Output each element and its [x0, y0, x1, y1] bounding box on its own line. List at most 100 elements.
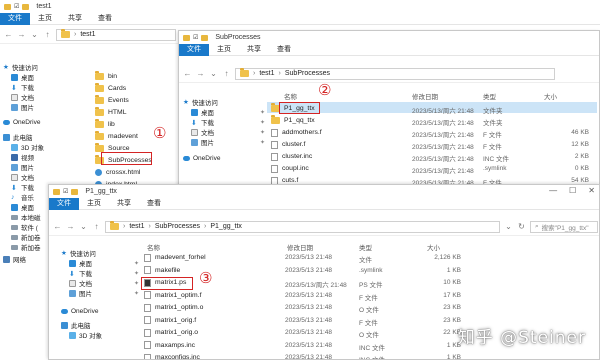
list-item[interactable]: crossx.html [95, 167, 140, 178]
forward-arrow-icon[interactable]: → [17, 30, 26, 39]
list-item[interactable]: Events [95, 95, 129, 106]
sidebar-item-onedrive[interactable]: OneDrive [3, 117, 91, 127]
sidebar-item-videos[interactable]: 视频 [3, 152, 91, 162]
column-header-date[interactable]: 修改日期 [412, 91, 438, 101]
sidebar-item-3d-objects[interactable]: 3D 对象 [61, 330, 139, 340]
tab-share[interactable]: 共享 [109, 198, 139, 210]
minimize-icon[interactable]: — [549, 186, 557, 195]
pin-icon[interactable]: ✦ [134, 280, 139, 287]
tab-file[interactable]: 文件 [0, 12, 30, 25]
list-item[interactable]: HTML [95, 107, 127, 118]
checkbox-icon[interactable]: ☑ [193, 34, 198, 41]
sidebar-item-pictures[interactable]: 图片 [3, 102, 91, 112]
checkbox-icon[interactable]: ☑ [63, 188, 68, 195]
search-input[interactable]: ⌕ 搜索"P1_gg_ttx" [530, 220, 598, 233]
refresh-icon[interactable]: ↻ [517, 222, 526, 231]
back-arrow-icon[interactable]: ← [183, 69, 192, 78]
chevron-down-icon[interactable]: ⌄ [79, 222, 88, 231]
sidebar-item-documents[interactable]: 文档 ✦ [183, 127, 265, 137]
sidebar-item-pictures-pc[interactable]: 图片 [3, 162, 91, 172]
address-box[interactable]: › test1 › SubProcesses [235, 67, 555, 80]
up-arrow-icon[interactable]: ↑ [92, 222, 101, 231]
pin-icon[interactable]: ✦ [260, 109, 265, 116]
sidebar-item-desktop[interactable]: 桌面 [3, 72, 91, 82]
sidebar-item-quick-access[interactable]: ★ 快速访问 [183, 97, 265, 107]
sidebar-item-pictures[interactable]: 图片 ✦ [183, 137, 265, 147]
sidebar-item-documents[interactable]: 文档 [3, 92, 91, 102]
breadcrumb-subprocesses[interactable]: SubProcesses [285, 70, 330, 77]
table-row[interactable]: maxconfigs.inc [144, 352, 200, 359]
sidebar-item-documents[interactable]: 文档 ✦ [61, 278, 139, 288]
chevron-down-icon[interactable]: ⌄ [504, 222, 513, 231]
sidebar-item-quick-access[interactable]: ★ 快速访问 [3, 62, 91, 72]
tab-view[interactable]: 查看 [139, 198, 169, 210]
address-box[interactable]: › test1 [56, 28, 176, 41]
pin-icon[interactable]: ✦ [260, 119, 265, 126]
pin-icon[interactable]: ✦ [260, 139, 265, 146]
tab-home[interactable]: 主页 [30, 13, 60, 25]
up-arrow-icon[interactable]: ↑ [222, 69, 231, 78]
up-arrow-icon[interactable]: ↑ [43, 30, 52, 39]
sidebar-item-3d-objects[interactable]: 3D 对象 [3, 142, 91, 152]
sidebar-item-downloads[interactable]: ⬇ 下载 ✦ [61, 268, 139, 279]
column-header-date[interactable]: 修改日期 [287, 242, 313, 252]
table-row[interactable]: madevent_forhel [144, 252, 206, 263]
column-header-type[interactable]: 类型 [483, 91, 496, 101]
back-arrow-icon[interactable]: ← [53, 222, 62, 231]
table-row[interactable]: P1_qq_ttx [271, 115, 315, 126]
forward-arrow-icon[interactable]: → [196, 69, 205, 78]
pin-icon[interactable]: ✦ [134, 270, 139, 277]
breadcrumb-test1[interactable]: test1 [129, 223, 144, 230]
column-header-size[interactable]: 大小 [427, 242, 440, 252]
table-row[interactable]: cluster.inc [271, 151, 312, 162]
checkbox-icon[interactable]: ☑ [14, 3, 19, 10]
table-row[interactable]: matrix1_orig.o [144, 327, 198, 338]
list-item[interactable]: madevent [95, 131, 138, 142]
maximize-icon[interactable]: ☐ [569, 186, 576, 195]
column-header-name[interactable]: 名称 [284, 91, 297, 101]
tab-share[interactable]: 共享 [239, 44, 269, 56]
sidebar-item-this-pc[interactable]: 此电脑 [3, 132, 91, 142]
list-item[interactable]: Cards [95, 83, 126, 94]
tab-file[interactable]: 文件 [49, 197, 79, 210]
table-row[interactable]: coupl.inc [271, 163, 309, 174]
close-icon[interactable]: ✕ [588, 186, 595, 195]
tab-view[interactable]: 查看 [90, 13, 120, 25]
table-row[interactable]: matrix1_optim.f [144, 290, 201, 301]
pin-icon[interactable]: ✦ [134, 290, 139, 297]
sidebar-item-onedrive[interactable]: OneDrive [183, 153, 265, 163]
tab-home[interactable]: 主页 [79, 198, 109, 210]
sidebar-item-downloads[interactable]: ⬇ 下载 [3, 82, 91, 93]
tab-file[interactable]: 文件 [179, 43, 209, 56]
sidebar-item-desktop[interactable]: 桌面 ✦ [61, 258, 139, 268]
back-arrow-icon[interactable]: ← [4, 30, 13, 39]
chevron-down-icon[interactable]: ⌄ [209, 69, 218, 78]
column-header-size[interactable]: 大小 [544, 91, 557, 101]
column-header-type[interactable]: 类型 [359, 242, 372, 252]
sidebar-item-downloads[interactable]: ⬇ 下载 ✦ [183, 117, 265, 128]
pin-icon[interactable]: ✦ [260, 129, 265, 136]
tab-view[interactable]: 查看 [269, 44, 299, 56]
tab-share[interactable]: 共享 [60, 13, 90, 25]
list-item[interactable]: bin [95, 71, 117, 82]
sidebar-item-onedrive[interactable]: OneDrive [61, 306, 139, 316]
table-row[interactable]: matrix1_optim.o [144, 302, 203, 313]
table-row[interactable]: addmothers.f [271, 127, 322, 138]
table-row[interactable]: cluster.f [271, 139, 305, 150]
forward-arrow-icon[interactable]: → [66, 222, 75, 231]
sidebar-item-quick-access[interactable]: ★ 快速访问 [61, 248, 139, 258]
pin-icon[interactable]: ✦ [134, 260, 139, 267]
breadcrumb-test1[interactable]: test1 [80, 31, 95, 38]
table-row[interactable]: maxamps.inc [144, 340, 195, 351]
sidebar-item-this-pc[interactable]: 此电脑 [61, 320, 139, 330]
column-header-name[interactable]: 名称 [147, 242, 160, 252]
breadcrumb-p1-gg-ttx[interactable]: P1_gg_ttx [210, 223, 242, 230]
sidebar-item-pictures[interactable]: 图片 ✦ [61, 288, 139, 298]
chevron-down-icon[interactable]: ⌄ [30, 30, 39, 39]
breadcrumb-subprocesses[interactable]: SubProcesses [155, 223, 200, 230]
table-row[interactable]: matrix1_orig.f [144, 315, 196, 326]
list-item[interactable]: lib [95, 119, 115, 130]
address-box[interactable]: › test1 › SubProcesses › P1_gg_ttx [105, 220, 500, 233]
tab-home[interactable]: 主页 [209, 44, 239, 56]
sidebar-item-desktop[interactable]: 桌面 ✦ [183, 107, 265, 117]
